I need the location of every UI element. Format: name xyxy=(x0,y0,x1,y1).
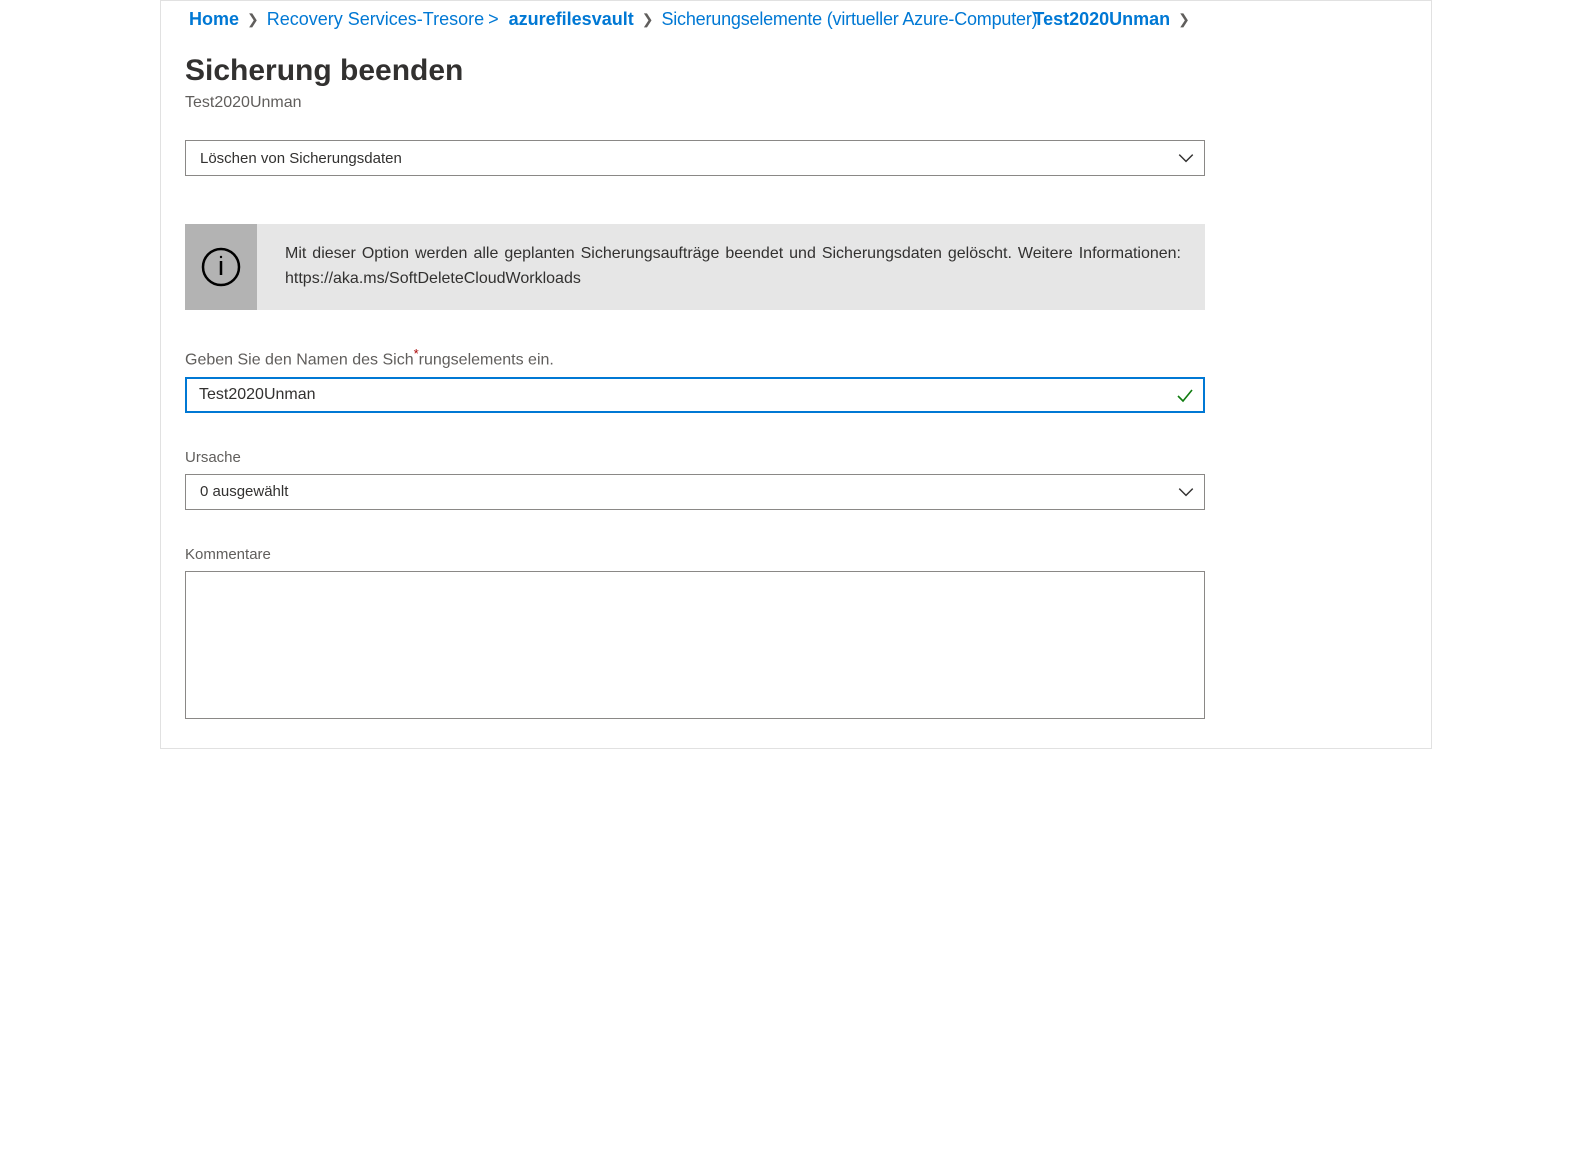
chevron-right-icon: ❯ xyxy=(247,11,259,28)
breadcrumb-current[interactable]: Test2020Unman xyxy=(1033,9,1170,30)
info-link[interactable]: https://aka.ms/SoftDeleteCloudWorkloads xyxy=(285,270,581,287)
breadcrumb-vault[interactable]: azurefilesvault xyxy=(509,9,634,30)
checkmark-icon xyxy=(1175,385,1195,405)
breadcrumb-recovery[interactable]: Recovery Services-Tresore> xyxy=(267,9,509,30)
reason-select-value: 0 ausgewählt xyxy=(185,474,1205,510)
action-select-value: Löschen von Sicherungsdaten xyxy=(185,140,1205,176)
info-text: Mit dieser Option werden alle geplanten … xyxy=(257,224,1205,310)
name-field-label: Geben Sie den Namen des Sich*rungselemen… xyxy=(185,346,1205,369)
info-banner: Mit dieser Option werden alle geplanten … xyxy=(185,224,1205,310)
backup-item-name-input[interactable] xyxy=(185,377,1205,413)
chevron-right-icon: ❯ xyxy=(1178,11,1190,28)
breadcrumb-home[interactable]: Home xyxy=(189,9,239,30)
reason-select[interactable]: 0 ausgewählt xyxy=(185,474,1205,510)
page-title: Sicherung beenden xyxy=(185,54,1407,88)
comments-label: Kommentare xyxy=(185,546,1407,563)
breadcrumb-items[interactable]: Sicherungselemente (virtueller Azure-Com… xyxy=(661,9,1037,30)
action-select[interactable]: Löschen von Sicherungsdaten xyxy=(185,140,1205,176)
info-icon xyxy=(185,224,257,310)
reason-label: Ursache xyxy=(185,449,1407,466)
info-message: Mit dieser Option werden alle geplanten … xyxy=(285,245,1181,262)
breadcrumb: Home ❯ Recovery Services-Tresore> azuref… xyxy=(189,9,1407,30)
chevron-right-icon: ❯ xyxy=(642,11,654,28)
comments-textarea[interactable] xyxy=(185,571,1205,719)
page-subtitle: Test2020Unman xyxy=(185,94,1407,112)
